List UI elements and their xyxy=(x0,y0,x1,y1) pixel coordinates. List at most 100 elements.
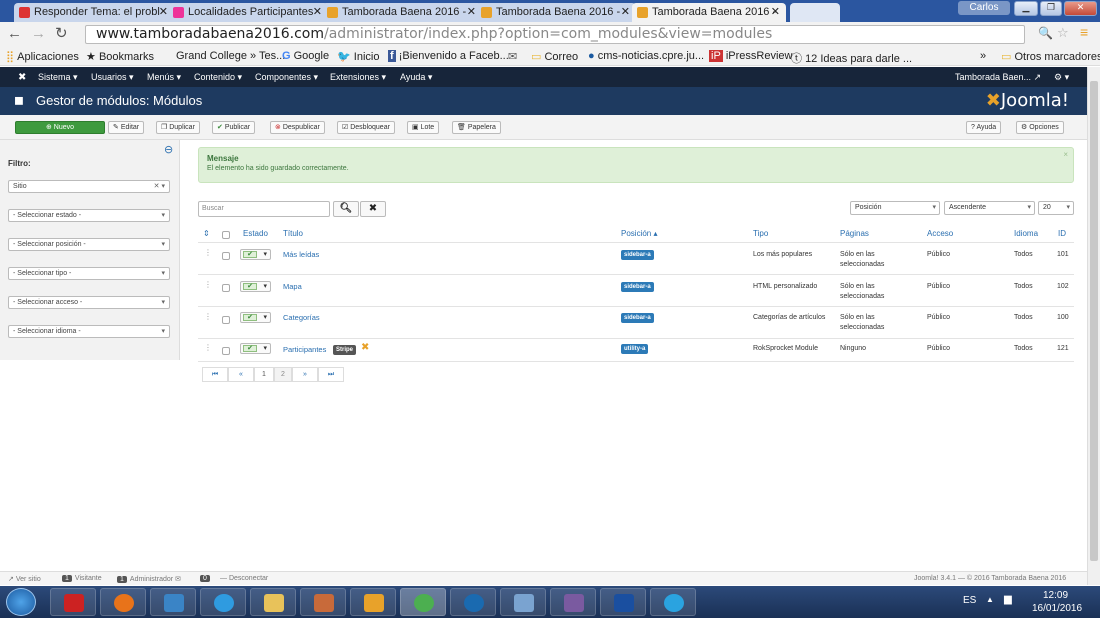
maximize-button[interactable]: ❐ xyxy=(1040,1,1062,16)
reload-icon[interactable]: ↻ xyxy=(55,24,68,42)
list-limit-select[interactable]: 20 ▾ xyxy=(1038,201,1074,215)
menu-system[interactable]: Sistema ▾ xyxy=(38,72,78,83)
logout-link[interactable]: — Desconectar xyxy=(220,575,268,582)
bookmark-apps[interactable]: ⣿ Aplicaciones xyxy=(6,50,79,63)
minimize-button[interactable]: ▁ xyxy=(1014,1,1038,16)
bookmark-item[interactable]: ● cms-noticias.cpre.ju... xyxy=(588,50,704,62)
column-header-language[interactable]: Idioma xyxy=(1014,229,1038,238)
drag-handle-icon[interactable]: ⋮ xyxy=(204,312,212,321)
unpublish-button[interactable]: ⊗ Despublicar xyxy=(270,121,325,134)
menu-extensions[interactable]: Extensiones ▾ xyxy=(330,72,386,83)
type-filter-select[interactable]: - Seleccionar tipo - ▾ xyxy=(8,267,170,280)
start-button[interactable] xyxy=(6,588,36,616)
position-filter-select[interactable]: - Seleccionar posición - ▾ xyxy=(8,238,170,251)
module-title-link[interactable]: Más leídas xyxy=(283,250,319,259)
taskbar-photoshop[interactable] xyxy=(600,588,646,616)
column-header-id[interactable]: ID xyxy=(1058,229,1066,238)
taskbar-explorer[interactable] xyxy=(250,588,296,616)
new-button[interactable]: ⊕ Nuevo xyxy=(15,121,105,134)
column-header-position[interactable]: Posición ▴ xyxy=(621,229,657,238)
taskbar-app[interactable] xyxy=(300,588,346,616)
bookmark-item[interactable]: ✉ xyxy=(508,50,517,63)
pagination-last[interactable]: ⏭ xyxy=(318,367,344,382)
duplicate-button[interactable]: ❐ Duplicar xyxy=(156,121,200,134)
help-button[interactable]: ? Ayuda xyxy=(966,121,1002,134)
taskbar-app[interactable] xyxy=(500,588,546,616)
column-header-access[interactable]: Acceso xyxy=(927,229,953,238)
taskbar-chrome[interactable] xyxy=(400,588,446,616)
taskbar-media[interactable] xyxy=(350,588,396,616)
ordering-column-icon[interactable]: ⇕ xyxy=(203,229,210,238)
module-title-link[interactable]: Mapa xyxy=(283,282,302,291)
trash-button[interactable]: 🗑 Papelera xyxy=(452,121,501,134)
drag-handle-icon[interactable]: ⋮ xyxy=(204,280,212,289)
page-scrollbar[interactable] xyxy=(1087,67,1100,585)
module-title-link[interactable]: Categorías xyxy=(283,313,320,322)
joomla-x-icon[interactable]: ✖ xyxy=(18,72,26,83)
column-header-type[interactable]: Tipo xyxy=(753,229,768,238)
bookmarks-overflow[interactable]: » xyxy=(980,50,986,62)
publish-button[interactable]: ✔ Publicar xyxy=(212,121,256,134)
bookmark-item[interactable]: 🐦 Inicio xyxy=(337,50,379,63)
close-tab-icon[interactable]: ✕ xyxy=(621,5,630,18)
pagination-page[interactable]: 1 xyxy=(254,367,274,382)
user-settings-icon[interactable]: ⚙ ▾ xyxy=(1054,72,1069,83)
menu-components[interactable]: Componentes ▾ xyxy=(255,72,318,83)
status-toggle[interactable]: ✔ ▾ xyxy=(240,249,271,260)
url-input[interactable]: www.tamboradabaena2016.com/administrator… xyxy=(85,25,1025,44)
row-checkbox[interactable] xyxy=(222,316,230,324)
bookmark-item[interactable]: ▭ Correo xyxy=(531,50,578,63)
status-toggle[interactable]: ✔ ▾ xyxy=(240,312,271,323)
clear-search-button[interactable]: ✖ xyxy=(360,201,386,217)
bookmark-item[interactable]: iP iPressReview xyxy=(709,50,792,62)
taskbar-app[interactable] xyxy=(550,588,596,616)
site-link[interactable]: Tamborada Baen... ↗ xyxy=(955,72,1041,83)
menu-icon[interactable]: ≡ xyxy=(1080,24,1088,40)
language-filter-select[interactable]: - Seleccionar idioma - ▾ xyxy=(8,325,170,338)
pagination-first[interactable]: ⏮ xyxy=(202,367,228,382)
row-checkbox[interactable] xyxy=(222,284,230,292)
menu-help[interactable]: Ayuda ▾ xyxy=(400,72,432,83)
back-icon[interactable]: ← xyxy=(7,25,22,42)
status-toggle[interactable]: ✔ ▾ xyxy=(240,281,271,292)
status-toggle[interactable]: ✔ ▾ xyxy=(240,343,271,354)
browser-tab[interactable]: Tamborada Baena 2016 - ✕ xyxy=(476,3,636,22)
menu-users[interactable]: Usuarios ▾ xyxy=(91,72,134,83)
sort-direction-select[interactable]: Ascendente ▾ xyxy=(944,201,1035,215)
drag-handle-icon[interactable]: ⋮ xyxy=(204,248,212,257)
column-header-title[interactable]: Título xyxy=(283,229,303,238)
access-filter-select[interactable]: - Seleccionar acceso - ▾ xyxy=(8,296,170,309)
pagination-prev[interactable]: « xyxy=(228,367,254,382)
column-header-pages[interactable]: Páginas xyxy=(840,229,869,238)
bookmark-item[interactable]: Grand College » Tes... xyxy=(176,50,285,62)
unlock-button[interactable]: ☑ Desbloquear xyxy=(337,121,395,134)
taskbar-acrobat[interactable] xyxy=(50,588,96,616)
close-tab-icon[interactable]: ✕ xyxy=(771,5,780,18)
bookmark-item[interactable]: ★ Bookmarks xyxy=(86,50,154,63)
row-checkbox[interactable] xyxy=(222,347,230,355)
collapse-sidebar-icon[interactable]: ⊖ xyxy=(164,143,173,156)
options-button[interactable]: ⚙ Opciones xyxy=(1016,121,1064,134)
close-message-icon[interactable]: × xyxy=(1063,150,1068,159)
taskbar-telegram[interactable] xyxy=(650,588,696,616)
browser-tab-active[interactable]: Tamborada Baena 2016 - ✕ xyxy=(632,3,786,22)
forward-icon[interactable]: → xyxy=(31,25,46,42)
search-input[interactable]: Buscar xyxy=(198,201,330,217)
zoom-icon[interactable]: 🔍 xyxy=(1038,26,1053,40)
bookmark-item[interactable]: ⓣ 12 Ideas para darle ... xyxy=(791,50,912,66)
close-window-button[interactable]: ✕ xyxy=(1064,1,1097,16)
browser-tab[interactable]: Responder Tema: el probl ✕ xyxy=(14,3,174,22)
scrollbar-thumb[interactable] xyxy=(1090,81,1098,561)
menu-content[interactable]: Contenido ▾ xyxy=(194,72,242,83)
clock-time[interactable]: 12:09 xyxy=(1043,590,1068,601)
close-tab-icon[interactable]: ✕ xyxy=(313,5,322,18)
taskbar-firefox[interactable] xyxy=(100,588,146,616)
column-header-status[interactable]: Estado xyxy=(243,229,268,238)
menu-menus[interactable]: Menús ▾ xyxy=(147,72,181,83)
close-tab-icon[interactable]: ✕ xyxy=(467,5,476,18)
close-tab-icon[interactable]: ✕ xyxy=(159,5,168,18)
network-icon[interactable]: ▆ xyxy=(1004,594,1012,605)
pagination-next[interactable]: » xyxy=(292,367,318,382)
taskbar-app[interactable] xyxy=(150,588,196,616)
row-checkbox[interactable] xyxy=(222,252,230,260)
